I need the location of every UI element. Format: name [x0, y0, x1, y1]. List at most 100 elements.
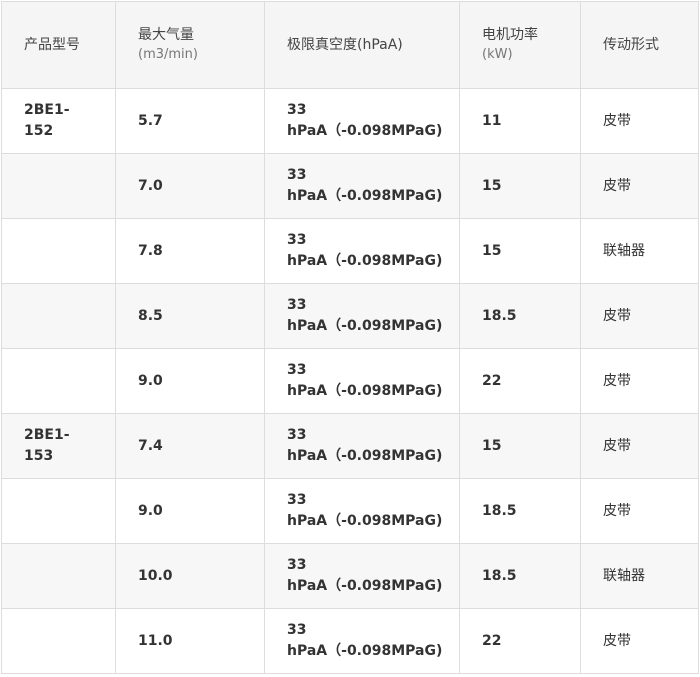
table-row: 10.0 33 hPaA（-0.098MPaG) 18.5 联轴器	[1, 543, 699, 609]
header-row: 产品型号 最大气量 (m3/min) 极限真空度(hPaA) 电机功率 (kW) 传…	[1, 1, 699, 89]
airflow-cell: 10.0	[115, 543, 265, 609]
vacuum-value-line: hPaA（-0.098MPaG)	[287, 448, 443, 464]
model-cell	[1, 478, 116, 544]
airflow-cell: 8.5	[115, 283, 265, 349]
table-row: 2BE1-152 5.7 33 hPaA（-0.098MPaG) 11 皮带	[1, 88, 699, 154]
model-cell-value: 2BE1-153	[24, 427, 70, 464]
drive-cell: 皮带	[580, 413, 699, 479]
header-airflow-unit: (m3/min)	[138, 47, 198, 62]
vacuum-value-line: 33	[287, 492, 307, 508]
model-cell	[1, 348, 116, 414]
airflow-cell: 7.8	[115, 218, 265, 284]
airflow-cell: 9.0	[115, 478, 265, 544]
header-power-unit: (kW)	[482, 47, 513, 62]
header-model: 产品型号	[1, 1, 116, 89]
airflow-cell-value: 10.0	[138, 567, 173, 584]
drive-cell-value: 皮带	[603, 437, 631, 454]
vacuum-value-line: hPaA（-0.098MPaG)	[287, 188, 443, 204]
vacuum-value-line: 33	[287, 622, 307, 638]
power-cell: 22	[459, 348, 581, 414]
drive-cell: 皮带	[580, 348, 699, 414]
drive-cell-value: 联轴器	[603, 242, 645, 259]
power-cell-value: 11	[482, 112, 502, 129]
power-cell-value: 15	[482, 437, 502, 454]
power-cell-value: 15	[482, 242, 502, 259]
model-cell	[1, 218, 116, 284]
drive-cell: 皮带	[580, 478, 699, 544]
power-cell: 15	[459, 153, 581, 219]
header-airflow-label: 最大气量	[138, 27, 194, 43]
power-cell-value: 22	[482, 372, 502, 389]
airflow-cell: 9.0	[115, 348, 265, 414]
model-cell: 2BE1-152	[1, 88, 116, 154]
drive-cell-value: 皮带	[603, 632, 631, 649]
model-cell: 2BE1-153	[1, 413, 116, 479]
header-vacuum: 极限真空度(hPaA)	[264, 1, 460, 89]
drive-cell-value: 联轴器	[603, 567, 645, 584]
drive-cell-value: 皮带	[603, 372, 631, 389]
model-cell	[1, 543, 116, 609]
power-cell: 22	[459, 608, 581, 674]
vacuum-value-line: hPaA（-0.098MPaG)	[287, 383, 443, 399]
vacuum-value-line: 33	[287, 362, 307, 378]
vacuum-cell: 33 hPaA（-0.098MPaG)	[264, 478, 460, 544]
power-cell-value: 18.5	[482, 307, 517, 324]
vacuum-cell: 33 hPaA（-0.098MPaG)	[264, 283, 460, 349]
vacuum-cell: 33 hPaA（-0.098MPaG)	[264, 608, 460, 674]
drive-cell-value: 皮带	[603, 177, 631, 194]
header-power-label: 电机功率	[482, 27, 538, 43]
vacuum-value-line: 33	[287, 297, 307, 313]
header-drive-label: 传动形式	[603, 37, 659, 53]
table-row: 9.0 33 hPaA（-0.098MPaG) 18.5 皮带	[1, 478, 699, 544]
vacuum-cell: 33 hPaA（-0.098MPaG)	[264, 543, 460, 609]
drive-cell: 皮带	[580, 283, 699, 349]
header-drive: 传动形式	[580, 1, 699, 89]
header-power: 电机功率 (kW)	[459, 1, 581, 89]
power-cell-value: 18.5	[482, 567, 517, 584]
power-cell-value: 18.5	[482, 502, 517, 519]
airflow-cell-value: 9.0	[138, 502, 163, 519]
power-cell: 15	[459, 413, 581, 479]
model-cell	[1, 283, 116, 349]
header-vacuum-label: 极限真空度(hPaA)	[287, 37, 403, 53]
drive-cell-value: 皮带	[603, 502, 631, 519]
table-row: 7.0 33 hPaA（-0.098MPaG) 15 皮带	[1, 153, 699, 219]
table-row: 2BE1-153 7.4 33 hPaA（-0.098MPaG) 15 皮带	[1, 413, 699, 479]
vacuum-value-line: hPaA（-0.098MPaG)	[287, 578, 443, 594]
vacuum-value-line: 33	[287, 427, 307, 443]
power-cell: 15	[459, 218, 581, 284]
airflow-cell: 11.0	[115, 608, 265, 674]
power-cell-value: 15	[482, 177, 502, 194]
table-row: 11.0 33 hPaA（-0.098MPaG) 22 皮带	[1, 608, 699, 674]
power-cell: 11	[459, 88, 581, 154]
drive-cell-value: 皮带	[603, 112, 631, 129]
drive-cell-value: 皮带	[603, 307, 631, 324]
vacuum-value-line: hPaA（-0.098MPaG)	[287, 513, 443, 529]
model-cell	[1, 608, 116, 674]
table-row: 9.0 33 hPaA（-0.098MPaG) 22 皮带	[1, 348, 699, 414]
drive-cell: 皮带	[580, 608, 699, 674]
vacuum-value-line: 33	[287, 557, 307, 573]
airflow-cell: 7.4	[115, 413, 265, 479]
vacuum-value-line: 33	[287, 102, 307, 118]
vacuum-value-line: hPaA（-0.098MPaG)	[287, 318, 443, 334]
vacuum-value-line: 33	[287, 232, 307, 248]
drive-cell: 皮带	[580, 88, 699, 154]
drive-cell: 联轴器	[580, 543, 699, 609]
vacuum-cell: 33 hPaA（-0.098MPaG)	[264, 88, 460, 154]
airflow-cell-value: 9.0	[138, 372, 163, 389]
spec-table: 产品型号 最大气量 (m3/min) 极限真空度(hPaA) 电机功率 (kW) 传…	[1, 1, 699, 674]
model-cell	[1, 153, 116, 219]
table-header: 产品型号 最大气量 (m3/min) 极限真空度(hPaA) 电机功率 (kW) 传…	[1, 1, 699, 89]
vacuum-cell: 33 hPaA（-0.098MPaG)	[264, 218, 460, 284]
vacuum-value-line: 33	[287, 167, 307, 183]
vacuum-value-line: hPaA（-0.098MPaG)	[287, 643, 443, 659]
table-row: 7.8 33 hPaA（-0.098MPaG) 15 联轴器	[1, 218, 699, 284]
header-airflow: 最大气量 (m3/min)	[115, 1, 265, 89]
airflow-cell-value: 7.0	[138, 177, 163, 194]
airflow-cell-value: 8.5	[138, 307, 163, 324]
vacuum-cell: 33 hPaA（-0.098MPaG)	[264, 348, 460, 414]
vacuum-cell: 33 hPaA（-0.098MPaG)	[264, 413, 460, 479]
table-row: 8.5 33 hPaA（-0.098MPaG) 18.5 皮带	[1, 283, 699, 349]
drive-cell: 联轴器	[580, 218, 699, 284]
